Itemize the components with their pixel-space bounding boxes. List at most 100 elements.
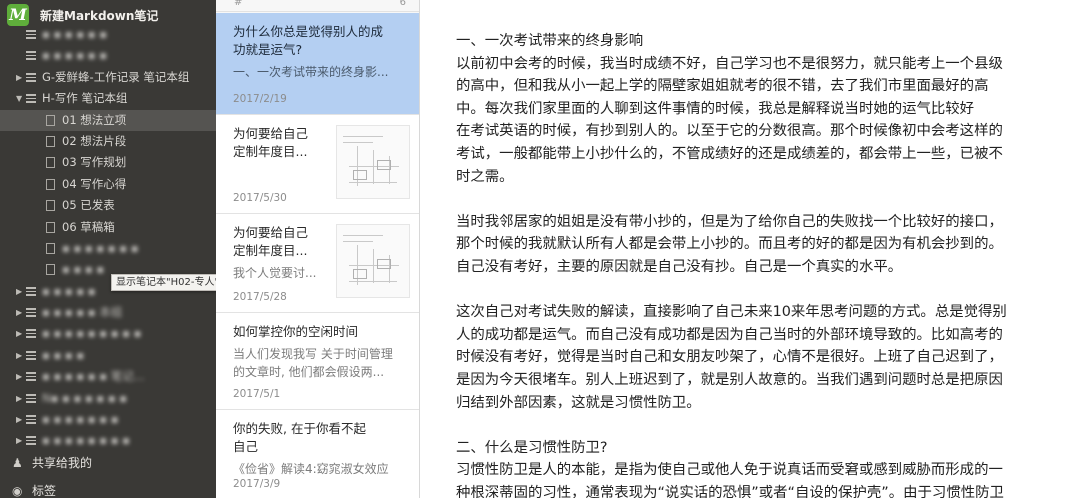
- note-title-line: 为什么你总是觉得别人的成: [233, 24, 384, 39]
- sidebar-item-shared[interactable]: ♟ 共享给我的: [0, 452, 216, 474]
- thumbnail-box: [377, 160, 391, 170]
- sidebar-item-label: N▪ ▪ ▪ ▪ ▪ ▪ ▪: [42, 390, 128, 405]
- stack-icon: [26, 308, 36, 318]
- sidebar-item-label: ▪ ▪ ▪ ▪ ▪ ▪ ▪ ▪ ▪: [42, 326, 142, 341]
- stack-icon: [26, 393, 36, 403]
- sidebar-item-label: ▪ ▪ ▪ ▪ ▪ ▪ ▪: [62, 240, 139, 255]
- editor-heading: 一、一次考试带来的终身影响: [456, 33, 644, 49]
- sidebar-notebook-stack[interactable]: ▶ G-爱鲜蜂-工作记录 笔记本组: [0, 67, 216, 88]
- editor-paragraph-line: 那个时候的我就默认所有人都是会带上小抄的。而且考的好的都是因为有机会抄到的。: [456, 236, 1003, 253]
- chevron-right-icon[interactable]: ▶: [16, 67, 26, 88]
- note-list-item[interactable]: 为何要给自己 定制年度目... 2017/5/30: [216, 115, 419, 214]
- sidebar-item-label: 共享给我的: [32, 456, 93, 470]
- chevron-right-icon[interactable]: ▶: [16, 302, 26, 323]
- chevron-right-icon[interactable]: ▶: [16, 345, 26, 366]
- sidebar-item-label: H-写作 笔记本组: [42, 91, 128, 106]
- thumbnail-line: [373, 150, 374, 184]
- note-snippet: 一、一次考试带来的终身影...: [233, 65, 389, 79]
- editor-paragraph-line: 这次自己对考试失败的解读，直接影响了自己未来10来年思考问题的方式。总是觉得别: [456, 304, 1007, 321]
- sidebar-notebook-stack[interactable]: ▪ ▪ ▪ ▪ ▪ ▪: [0, 24, 216, 45]
- chevron-right-icon[interactable]: ▶: [16, 323, 26, 344]
- sidebar-notebook-stack[interactable]: ▶ ▪ ▪ ▪ ▪ ▪ ▪ 笔记...: [0, 366, 216, 387]
- editor-paragraph-line: 人的成功都是运气。而自己没有成功都是因为自己当时的外部环境导致的。比如高考的: [456, 326, 1003, 343]
- note-count: 6: [399, 0, 406, 8]
- thumbnail-line: [343, 136, 383, 137]
- sidebar-notebook-stack[interactable]: ▶ ▪ ▪ ▪ ▪ ▪ ▪ ▪: [0, 409, 216, 430]
- editor-heading: 二、什么是习惯性防卫?: [456, 439, 608, 456]
- sidebar: M 新建Markdown笔记 ▪ ▪ ▪ ▪ ▪ ▪ ▪ ▪ ▪ ▪ ▪ ▪ ▶ G-…: [0, 0, 216, 498]
- sidebar-item-label: ▪ ▪ ▪ ▪: [62, 262, 105, 277]
- sidebar-notebook-stack[interactable]: ▼ H-写作 笔记本组: [0, 88, 216, 109]
- sidebar-item-label: ▪ ▪ ▪ ▪: [42, 347, 85, 362]
- notebook-icon: [46, 242, 55, 254]
- note-thumbnail: [336, 125, 410, 199]
- sidebar-item-label: ▪ ▪ ▪ ▪ ▪ ▪: [42, 48, 108, 63]
- sidebar-notebook-item[interactable]: 02 想法片段: [0, 131, 216, 152]
- chevron-right-icon[interactable]: ▶: [16, 388, 26, 409]
- note-date: 2017/5/28: [233, 291, 287, 303]
- sidebar-item-label: 标签: [32, 484, 57, 498]
- notebook-icon: [46, 200, 55, 212]
- note-title-line: 定制年度目...: [233, 243, 308, 258]
- sidebar-item-label: ▪ ▪ ▪ ▪ ▪ 本组: [42, 305, 123, 320]
- chevron-right-icon[interactable]: ▶: [16, 430, 26, 451]
- thumbnail-box: [377, 259, 391, 269]
- note-title: 为什么你总是觉得别人的成 功就是运气?: [233, 23, 383, 59]
- stack-icon: [26, 415, 36, 425]
- notebook-icon: [46, 264, 55, 276]
- sidebar-notebook-stack[interactable]: ▶ ▪ ▪ ▪ ▪ ▪ ▪ ▪ ▪: [0, 430, 216, 451]
- new-markdown-note-button[interactable]: 新建Markdown笔记: [40, 7, 158, 24]
- stack-icon: [26, 329, 36, 339]
- notebook-tree: ▪ ▪ ▪ ▪ ▪ ▪ ▪ ▪ ▪ ▪ ▪ ▪ ▶ G-爱鲜蜂-工作记录 笔记本组 ▼ H…: [0, 24, 216, 452]
- sidebar-item-label: 02 想法片段: [62, 133, 127, 148]
- editor-paragraph-line: 的高中，但和我从小一起上学的隔壁家姐姐就考的很不错，去了我们市里面最好的高: [456, 78, 989, 95]
- sidebar-item-label: ▪ ▪ ▪ ▪ ▪ ▪ ▪ ▪: [42, 433, 130, 448]
- thumbnail-line: [357, 245, 358, 285]
- stack-icon: [26, 350, 36, 360]
- notebook-icon: [46, 135, 55, 147]
- thumbnail-line: [343, 235, 383, 236]
- sidebar-item-label: ▪ ▪ ▪ ▪ ▪ ▪ 笔记...: [42, 369, 145, 384]
- tag-icon: ◉: [12, 484, 23, 498]
- stack-icon: [26, 30, 36, 39]
- note-list-item[interactable]: 你的失败, 在于你看不起 自己 《俭省》解读4:窈窕淑女效应 2017/3/9: [216, 410, 419, 498]
- sidebar-notebook-stack[interactable]: ▶ ▪ ▪ ▪ ▪ ▪ 本组: [0, 302, 216, 323]
- note-list-item[interactable]: 如何掌控你的空闲时间 当人们发现我写 关于时间管理 的文章时, 他们都会假设两...…: [216, 313, 419, 410]
- sidebar-notebook-item[interactable]: ▪ ▪ ▪ ▪ ▪ ▪ ▪: [0, 238, 216, 259]
- sidebar-item-label: 04 写作心得: [62, 176, 127, 191]
- chevron-right-icon[interactable]: ▶: [16, 366, 26, 387]
- sidebar-notebook-item[interactable]: 05 已发表: [0, 195, 216, 216]
- sidebar-notebook-item[interactable]: 03 写作规划: [0, 152, 216, 173]
- sidebar-notebook-stack[interactable]: ▶ ▪ ▪ ▪ ▪: [0, 345, 216, 366]
- sidebar-item-label: ▪ ▪ ▪ ▪ ▪ ▪: [42, 27, 108, 41]
- chevron-right-icon[interactable]: ▶: [16, 281, 26, 302]
- chevron-down-icon[interactable]: ▼: [16, 88, 26, 109]
- note-editor[interactable]: 一、一次考试带来的终身影响 以前初中会考的时候，我当时成绩不好，自己学习也不是很努…: [421, 0, 1080, 498]
- thumbnail-line: [343, 142, 373, 143]
- stack-icon: [26, 94, 36, 104]
- note-list-item[interactable]: 为什么你总是觉得别人的成 功就是运气? 一、一次考试带来的终身影... 2017/2/…: [216, 13, 419, 115]
- tooltip: 显示笔记本"H02-专人"中的笔记: [111, 274, 216, 291]
- sidebar-notebook-item[interactable]: 01 想法立项: [0, 109, 216, 131]
- sidebar-item-label: 03 写作规划: [62, 155, 127, 170]
- people-icon: ♟: [12, 456, 23, 470]
- sort-hash[interactable]: #: [234, 0, 242, 8]
- notebook-icon: [46, 221, 55, 233]
- thumbnail-box: [353, 269, 367, 279]
- note-title: 为何要给自己 定制年度目...: [233, 224, 308, 260]
- editor-paragraph-line: 自己没有考好，主要的原因就是自己没有抄。自己是一个真实的水平。: [456, 259, 903, 275]
- sidebar-notebook-stack[interactable]: ▶ N▪ ▪ ▪ ▪ ▪ ▪ ▪: [0, 388, 216, 409]
- sidebar-item-label: G-爱鲜蜂-工作记录 笔记本组: [42, 69, 190, 84]
- sidebar-notebook-stack[interactable]: ▶ ▪ ▪ ▪ ▪ ▪ ▪ ▪ ▪ ▪: [0, 323, 216, 344]
- chevron-right-icon[interactable]: ▶: [16, 409, 26, 430]
- sidebar-notebook-stack[interactable]: ▪ ▪ ▪ ▪ ▪ ▪: [0, 45, 216, 66]
- note-list-item[interactable]: 为何要给自己 定制年度目... 我个人觉要讨... 2017/5/28: [216, 214, 419, 313]
- note-title-line: 定制年度目...: [233, 144, 308, 159]
- stack-icon: [26, 436, 36, 446]
- sidebar-item-tags[interactable]: ◉ 标签: [0, 480, 216, 498]
- sidebar-notebook-item[interactable]: 06 草稿箱: [0, 217, 216, 238]
- stack-icon: [26, 51, 36, 61]
- note-title-line: 为何要给自己: [233, 225, 309, 240]
- sidebar-notebook-item[interactable]: 04 写作心得: [0, 174, 216, 195]
- notebook-icon: [46, 157, 55, 169]
